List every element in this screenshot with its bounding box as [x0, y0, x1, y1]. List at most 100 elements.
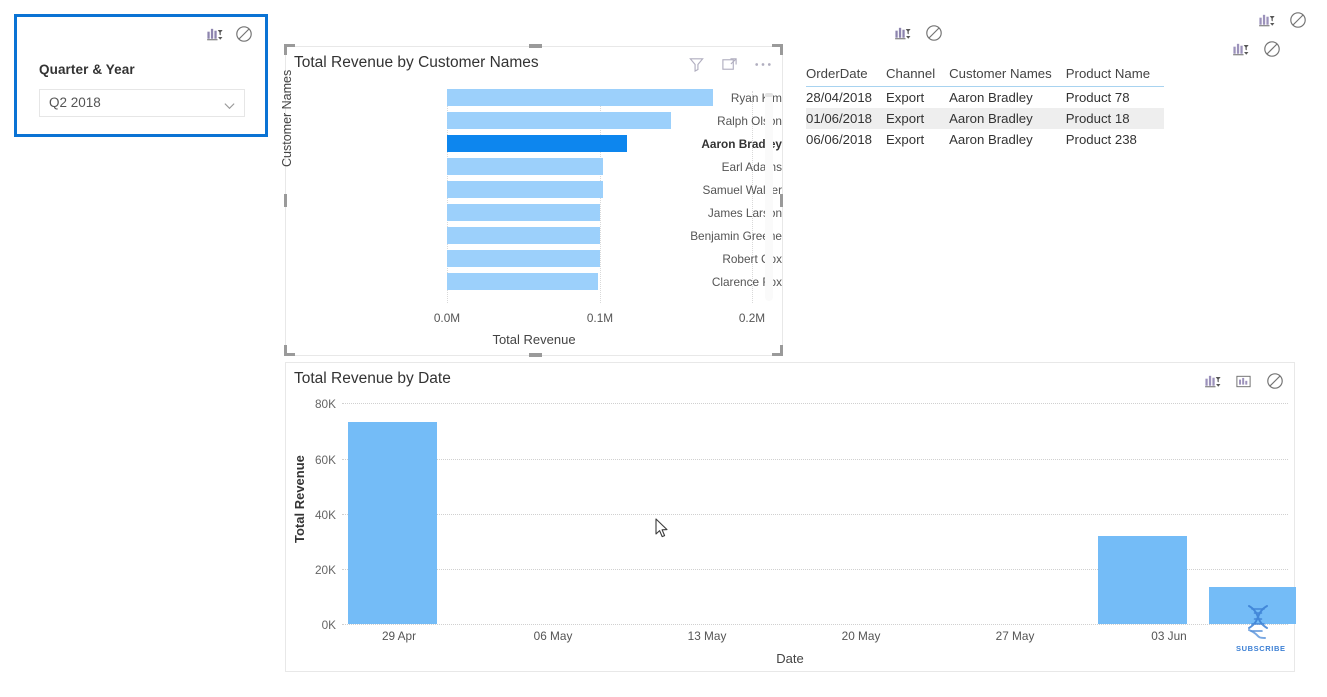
- column-chart-x-axis-title: Date: [776, 651, 804, 666]
- gridline-60k: [342, 459, 1288, 460]
- column-x-tick: 13 May: [687, 629, 727, 643]
- bar-chart-header-icons: [688, 56, 772, 73]
- column-y-tick: 40K: [315, 508, 336, 522]
- bar-chart-scrollbar-thumb[interactable]: [765, 93, 773, 97]
- filter-sort-icon[interactable]: [1204, 373, 1221, 390]
- bar-chart-scrollbar-track[interactable]: [765, 93, 773, 301]
- bar-aaron-bradley[interactable]: [447, 135, 627, 152]
- column-x-tick: 27 May: [995, 629, 1035, 643]
- column-header-customer-names[interactable]: Customer Names: [949, 66, 1066, 87]
- column-chart-header-icons: [1204, 372, 1284, 390]
- table-body: 28/04/2018 Export Aaron Bradley Product …: [806, 87, 1165, 151]
- bar-chart-icon[interactable]: [1235, 373, 1252, 390]
- gridline-40k: [342, 514, 1288, 515]
- bar-robert-cox[interactable]: [447, 250, 600, 267]
- column-header-orderdate[interactable]: OrderDate: [806, 66, 886, 87]
- bar-category-label: Samuel Walker: [702, 183, 782, 197]
- column-y-tick: 20K: [315, 563, 336, 577]
- order-table: OrderDate Channel Customer Names Product…: [806, 66, 1165, 151]
- column-y-tick: 60K: [315, 453, 336, 467]
- bar-chart-x-axis-title: Total Revenue: [492, 332, 576, 347]
- focus-mode-icon[interactable]: [721, 56, 738, 73]
- filter-funnel-icon[interactable]: [688, 56, 705, 73]
- quarter-year-slicer[interactable]: Quarter & Year Q2 2018: [14, 14, 268, 137]
- bar-samuel-walker[interactable]: [447, 181, 603, 198]
- cell-customer-names: Aaron Bradley: [949, 90, 1033, 105]
- slicer-header-icons: [206, 25, 253, 43]
- order-detail-table-visual[interactable]: OrderDate Channel Customer Names Product…: [806, 66, 1196, 171]
- filter-sort-icon[interactable]: [206, 26, 223, 43]
- gridline-0k: [342, 624, 1288, 625]
- cell-product-name: Product 78: [1065, 90, 1130, 105]
- bar-james-larson[interactable]: [447, 204, 600, 221]
- column-bar-01-jun[interactable]: [1098, 536, 1187, 624]
- filter-sort-icon[interactable]: [894, 25, 911, 42]
- bar-category-label: Earl Adams: [721, 160, 782, 174]
- column-x-tick: 29 Apr: [381, 629, 417, 643]
- bar-category-label-selected: Aaron Bradley: [701, 137, 782, 151]
- bar-clarence-fox[interactable]: [447, 273, 598, 290]
- bar-earl-adams[interactable]: [447, 158, 603, 175]
- cell-orderdate: 01/06/2018: [806, 111, 873, 126]
- cell-channel: Export: [886, 111, 925, 126]
- resize-handle-bottom-right-v[interactable]: [780, 345, 783, 356]
- bar-x-tick: 0.2M: [738, 311, 766, 325]
- table-row[interactable]: 28/04/2018 Export Aaron Bradley Product …: [806, 87, 1164, 109]
- resize-handle-mid-left[interactable]: [284, 194, 287, 207]
- filter-sort-icon[interactable]: [1232, 41, 1249, 58]
- top-right-header-icons-row2: [1232, 40, 1281, 58]
- bar-category-label: James Larson: [707, 206, 782, 220]
- more-options-icon[interactable]: [754, 61, 772, 68]
- cell-customer-names: Aaron Bradley: [949, 132, 1033, 147]
- bar-benjamin-greene[interactable]: [447, 227, 600, 244]
- bar-category-label: Benjamin Greene: [690, 229, 782, 243]
- no-entry-icon[interactable]: [1289, 11, 1307, 29]
- table-row[interactable]: 06/06/2018 Export Aaron Bradley Product …: [806, 129, 1164, 150]
- bar-x-tick: 0.0M: [433, 311, 461, 325]
- filter-sort-icon[interactable]: [1258, 12, 1275, 29]
- cell-product-name: Product 238: [1065, 132, 1137, 147]
- column-header-channel[interactable]: Channel: [886, 66, 949, 87]
- column-y-tick: 80K: [315, 397, 336, 411]
- column-bar-29-apr[interactable]: [348, 422, 437, 624]
- gridline-80k: [342, 403, 1288, 404]
- resize-handle-top-right-v[interactable]: [780, 44, 783, 55]
- cell-orderdate: 28/04/2018: [806, 90, 873, 105]
- no-entry-icon[interactable]: [235, 25, 253, 43]
- slicer-selected-value: Q2 2018: [49, 95, 101, 110]
- chevron-down-icon[interactable]: [223, 99, 235, 111]
- cell-channel: Export: [886, 132, 925, 147]
- bar-category-label: Clarence Fox: [711, 275, 782, 289]
- column-chart-y-axis-title: Total Revenue: [292, 455, 307, 543]
- cell-product-name: Product 18: [1065, 111, 1130, 126]
- no-entry-icon[interactable]: [1263, 40, 1281, 58]
- table-visual-header-icons: [894, 24, 943, 42]
- resize-handle-bottom-left[interactable]: [284, 353, 295, 356]
- no-entry-icon[interactable]: [925, 24, 943, 42]
- table-header-row: OrderDate Channel Customer Names Product…: [806, 66, 1165, 87]
- mouse-cursor: [655, 518, 671, 540]
- column-x-tick: 03 Jun: [1151, 629, 1187, 643]
- resize-handle-bottom-center[interactable]: [529, 353, 542, 357]
- total-revenue-by-date-visual[interactable]: Total Revenue by Date Total Revenue 80K …: [285, 362, 1296, 672]
- dna-helix-icon: [1238, 604, 1278, 640]
- slicer-title: Quarter & Year: [39, 62, 135, 77]
- bar-ryan-kim[interactable]: [447, 89, 713, 106]
- resize-handle-top-left-v[interactable]: [284, 44, 287, 55]
- column-header-product-name[interactable]: Product Name: [1066, 66, 1164, 87]
- cell-customer-names: Aaron Bradley: [949, 111, 1033, 126]
- top-right-header-icons-row1: [1258, 11, 1307, 29]
- table-row-highlighted[interactable]: 01/06/2018 Export Aaron Bradley Product …: [806, 108, 1165, 129]
- column-y-tick: 0K: [321, 618, 336, 632]
- bar-x-tick: 0.1M: [586, 311, 614, 325]
- cell-channel: Export: [886, 90, 925, 105]
- column-x-tick: 20 May: [841, 629, 881, 643]
- slicer-dropdown[interactable]: Q2 2018: [39, 89, 245, 117]
- total-revenue-by-customer-names-visual[interactable]: Total Revenue by Customer Names Customer…: [280, 46, 783, 356]
- no-entry-icon[interactable]: [1266, 372, 1284, 390]
- resize-handle-top-center[interactable]: [529, 44, 542, 48]
- bar-ralph-olson[interactable]: [447, 112, 671, 129]
- bar-chart-y-axis-title: Customer Names: [280, 69, 294, 167]
- resize-handle-mid-right[interactable]: [780, 194, 783, 207]
- watermark-label: SUBSCRIBE: [1236, 644, 1286, 653]
